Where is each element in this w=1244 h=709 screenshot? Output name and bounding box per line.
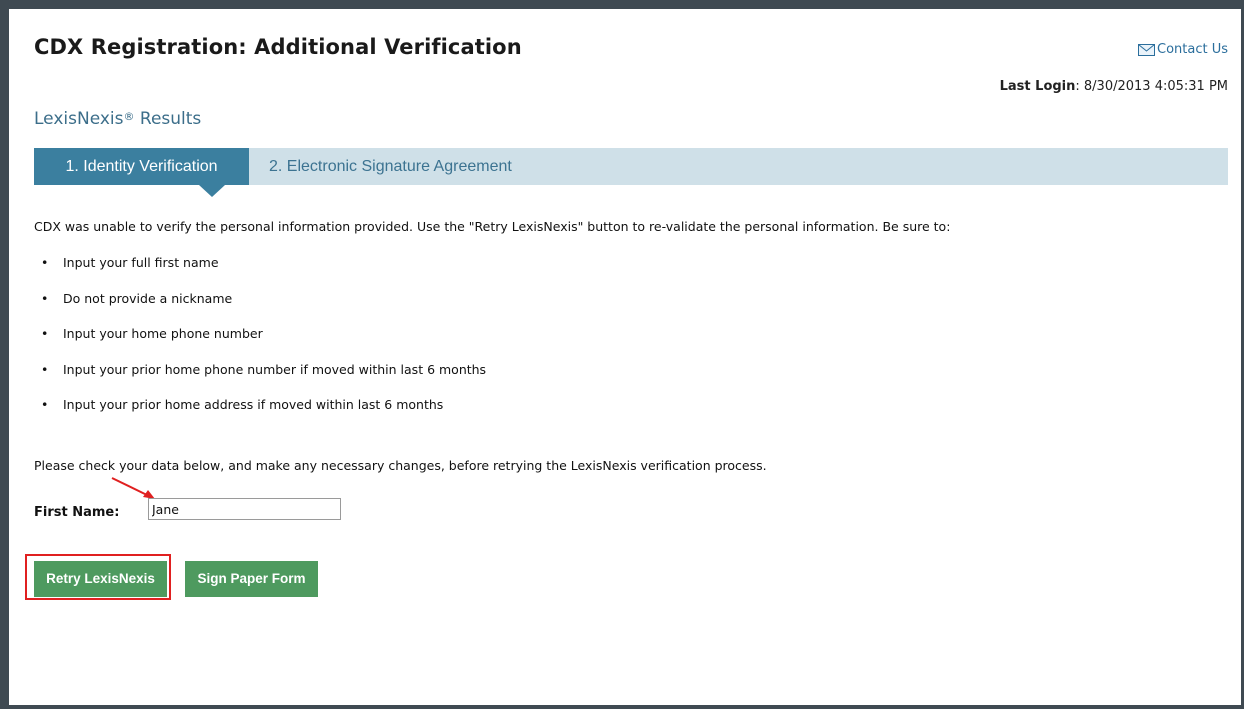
active-step-pointer <box>199 185 225 197</box>
retry-lexisnexis-button[interactable]: Retry LexisNexis <box>34 561 167 597</box>
sign-paper-form-button[interactable]: Sign Paper Form <box>185 561 318 597</box>
step-bar: 1. Identity Verification 2. Electronic S… <box>34 148 1228 197</box>
page-title: CDX Registration: Additional Verificatio… <box>34 35 522 59</box>
bullet: • <box>41 326 49 341</box>
tab-electronic-signature-agreement[interactable]: 2. Electronic Signature Agreement <box>269 148 512 185</box>
bullet: • <box>41 255 49 270</box>
bullet: • <box>41 361 49 377</box>
first-name-label: First Name: <box>34 505 120 520</box>
list-item-text: Input your home phone number <box>63 326 263 341</box>
section-title-suffix: Results <box>134 109 202 129</box>
intro-text: CDX was unable to verify the personal in… <box>34 219 951 234</box>
list-item: • Do not provide a nickname <box>41 291 486 327</box>
envelope-icon <box>1138 43 1155 56</box>
list-item: • Input your prior home address if moved … <box>41 397 486 433</box>
page-frame: CDX Registration: Additional Verificatio… <box>9 9 1241 705</box>
contact-us-link[interactable]: Contact Us <box>1138 42 1228 57</box>
list-item-text: Do not provide a nickname <box>63 290 233 306</box>
last-login-label: Last Login <box>999 79 1076 94</box>
section-title: LexisNexis® Results <box>34 109 201 129</box>
list-item-text: Input your prior home phone number if mo… <box>63 361 487 377</box>
list-item: • Input your prior home phone number if m… <box>41 362 486 398</box>
list-item: • Input your home phone number <box>41 326 486 362</box>
last-login-value: : 8/30/2013 4:05:31 PM <box>1075 79 1228 94</box>
bullet: • <box>41 290 49 306</box>
list-item-text: Input your full first name <box>63 255 219 270</box>
check-data-text: Please check your data below, and make a… <box>34 458 767 473</box>
contact-us-label[interactable]: Contact Us <box>1157 42 1228 57</box>
registered-mark: ® <box>123 110 135 123</box>
requirements-list: • Input your full first name • Do not prov… <box>41 255 486 433</box>
tab-identity-verification[interactable]: 1. Identity Verification <box>34 148 249 185</box>
list-item: • Input your full first name <box>41 255 486 291</box>
bullet: • <box>41 397 49 412</box>
first-name-input[interactable] <box>148 498 341 520</box>
list-item-text: Input your prior home address if moved w… <box>63 397 444 412</box>
last-login: Last Login: 8/30/2013 4:05:31 PM <box>1000 79 1228 94</box>
section-title-text: LexisNexis <box>34 109 124 129</box>
